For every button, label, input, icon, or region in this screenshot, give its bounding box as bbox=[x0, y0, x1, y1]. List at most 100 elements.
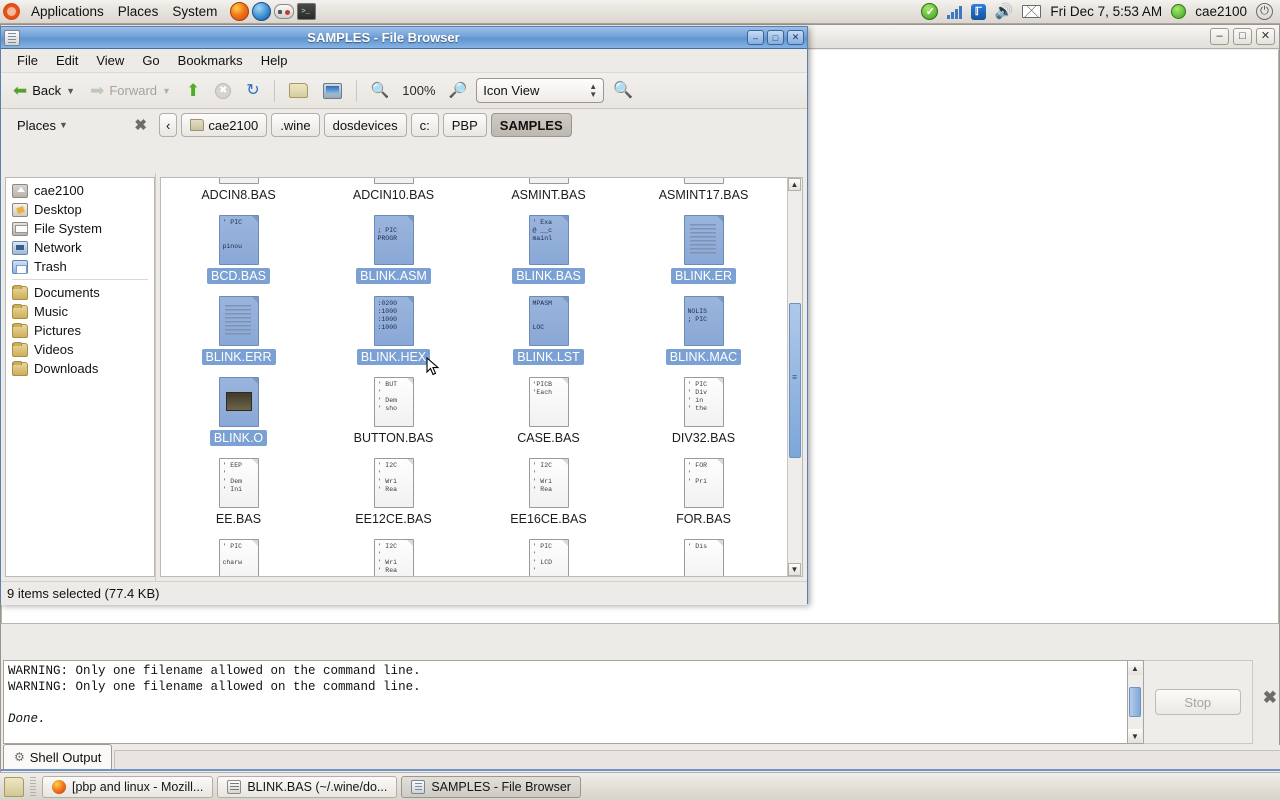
scroll-down-icon[interactable]: ▼ bbox=[788, 563, 801, 576]
menu-system[interactable]: System bbox=[165, 2, 224, 21]
file-pane-scrollbar[interactable]: ▲ ▼ bbox=[787, 178, 802, 576]
shell-scroll-thumb[interactable] bbox=[1128, 687, 1141, 717]
file-item[interactable]: ADCIN8.BAS bbox=[161, 178, 316, 203]
scroll-up-icon[interactable]: ▲ bbox=[1127, 661, 1142, 675]
sidebar-item-downloads[interactable]: Downloads bbox=[6, 359, 154, 378]
file-item[interactable]: ' PIC pinou BCD.BAS bbox=[161, 215, 316, 284]
sidebar-item-network[interactable]: Network bbox=[6, 238, 154, 257]
taskbar-grip[interactable] bbox=[30, 776, 36, 797]
task-file-browser[interactable]: SAMPLES - File Browser bbox=[401, 775, 581, 798]
fb-close-button[interactable]: ✕ bbox=[787, 30, 804, 45]
file-item[interactable]: ' BUT ' ' Dem ' sho BUTTON.BAS bbox=[316, 377, 471, 446]
file-pane-scroll-thumb[interactable] bbox=[789, 303, 801, 458]
breadcrumb-wine[interactable]: .wine bbox=[271, 113, 320, 137]
menu-file[interactable]: File bbox=[9, 50, 46, 71]
firefox-icon[interactable] bbox=[230, 2, 250, 21]
reload-button[interactable]: ↻ bbox=[240, 80, 265, 101]
file-item[interactable]: 'PICB 'Each CASE.BAS bbox=[471, 377, 626, 446]
updates-ok-icon[interactable]: ✓ bbox=[920, 3, 938, 20]
fb-maximize-button[interactable]: □ bbox=[767, 30, 784, 45]
bluetooth-icon[interactable]: ℾ bbox=[970, 3, 986, 20]
back-button[interactable]: ⬅ Back ▼ bbox=[7, 80, 81, 101]
zoom-in-button[interactable]: 🔎 bbox=[443, 80, 474, 101]
home-button[interactable] bbox=[283, 80, 314, 101]
file-item[interactable]: BLINK.O bbox=[161, 377, 316, 446]
clock[interactable]: Fri Dec 7, 5:53 AM bbox=[1050, 4, 1162, 19]
file-item[interactable]: MPASM LOC BLINK.LST bbox=[471, 296, 626, 365]
computer-button[interactable] bbox=[317, 80, 348, 102]
sidebar-item-pictures[interactable]: Pictures bbox=[6, 321, 154, 340]
file-item[interactable]: ' Dis LOGIC.BAS bbox=[626, 539, 781, 576]
file-item[interactable]: ; PIC PROGR BLINK.ASM bbox=[316, 215, 471, 284]
file-item[interactable]: ' PIC charw HSER.BAS bbox=[161, 539, 316, 576]
breadcrumb-dosdevices[interactable]: dosdevices bbox=[323, 113, 407, 137]
mail-icon[interactable] bbox=[1022, 5, 1042, 18]
editor-close-button[interactable]: ✕ bbox=[1256, 28, 1275, 45]
editor-minimize-button[interactable]: – bbox=[1210, 28, 1229, 45]
file-item[interactable]: NOLIS ; PIC BLINK.MAC bbox=[626, 296, 781, 365]
file-item[interactable]: ' I2C ' ' Wri ' Rea I2C.BAS bbox=[316, 539, 471, 576]
file-item[interactable]: :0200 :1000 :1000 :1000 BLINK.HEX bbox=[316, 296, 471, 365]
scroll-down-icon[interactable]: ▼ bbox=[1127, 729, 1142, 743]
file-item[interactable]: ' PIC ' ' LCD ' LCD.BAS bbox=[471, 539, 626, 576]
shell-output-scrollbar[interactable]: ▲ ▼ bbox=[1127, 660, 1144, 744]
user-name[interactable]: cae2100 bbox=[1195, 4, 1247, 19]
breadcrumb-prev-button[interactable]: ‹ bbox=[159, 113, 178, 137]
file-item[interactable]: ' I2C ' ' Wri ' Rea EE12CE.BAS bbox=[316, 458, 471, 527]
power-icon[interactable]: ⏻ bbox=[1256, 3, 1273, 20]
ubuntu-logo-icon[interactable] bbox=[3, 3, 20, 20]
menu-places[interactable]: Places bbox=[111, 2, 166, 21]
zoom-out-button[interactable]: 🔍 bbox=[365, 80, 396, 101]
breadcrumb-samples[interactable]: SAMPLES bbox=[490, 113, 572, 137]
task-editor[interactable]: BLINK.BAS (~/.wine/do... bbox=[217, 775, 398, 798]
shell-output-text[interactable]: WARNING: Only one filename allowed on th… bbox=[3, 660, 1128, 744]
terminal-icon[interactable]: >_ bbox=[297, 3, 317, 20]
menu-applications[interactable]: Applications bbox=[24, 2, 111, 21]
breadcrumb-pbp[interactable]: PBP bbox=[442, 113, 487, 137]
file-item[interactable]: ' PIC ' Div ' in ' the DIV32.BAS bbox=[626, 377, 781, 446]
file-item[interactable]: BLINK.ER bbox=[626, 215, 781, 284]
file-item[interactable]: BLINK.ERR bbox=[161, 296, 316, 365]
menu-view[interactable]: View bbox=[88, 50, 132, 71]
editor-maximize-button[interactable]: □ bbox=[1233, 28, 1252, 45]
menu-go[interactable]: Go bbox=[134, 50, 167, 71]
file-item[interactable]: ADCIN10.BAS bbox=[316, 178, 471, 203]
file-item[interactable]: ASMINT.BAS bbox=[471, 178, 626, 203]
sidebar-item-cae2100[interactable]: cae2100 bbox=[6, 181, 154, 200]
network-signal-icon[interactable] bbox=[946, 5, 962, 19]
chevron-down-icon[interactable]: ▼ bbox=[59, 120, 68, 130]
close-icon[interactable]: ✖ bbox=[1263, 688, 1277, 708]
fb-minimize-button[interactable]: – bbox=[747, 30, 764, 45]
file-item[interactable]: ' Exa @ __c mainl BLINK.BAS bbox=[471, 215, 626, 284]
breadcrumb-c[interactable]: c: bbox=[410, 113, 439, 137]
up-button[interactable]: ⬆ bbox=[180, 80, 206, 101]
sidebar-item-trash[interactable]: Trash bbox=[6, 257, 154, 276]
sidebar-item-file-system[interactable]: File System bbox=[6, 219, 154, 238]
search-button[interactable]: 🔍 bbox=[607, 80, 639, 101]
gamepad-icon[interactable] bbox=[274, 4, 295, 19]
chevron-down-icon[interactable]: ▼ bbox=[66, 86, 75, 96]
file-item[interactable]: ' I2C ' ' Wri ' Rea EE16CE.BAS bbox=[471, 458, 626, 527]
menu-help[interactable]: Help bbox=[253, 50, 296, 71]
close-icon[interactable]: ✖ bbox=[134, 116, 147, 134]
show-desktop-icon[interactable] bbox=[4, 776, 24, 797]
tab-shell-output[interactable]: ⚙ Shell Output bbox=[3, 744, 113, 769]
file-item[interactable]: ASMINT17.BAS bbox=[626, 178, 781, 203]
file-icon-grid[interactable]: ADCIN8.BAS ADCIN10.BAS ASMINT.BAS ASMINT… bbox=[160, 177, 803, 577]
scroll-up-icon[interactable]: ▲ bbox=[788, 178, 801, 191]
menu-edit[interactable]: Edit bbox=[48, 50, 86, 71]
sidebar-item-music[interactable]: Music bbox=[6, 302, 154, 321]
sidebar-item-documents[interactable]: Documents bbox=[6, 283, 154, 302]
places-label-group[interactable]: Places ▼ bbox=[17, 118, 68, 133]
sidebar-item-desktop[interactable]: Desktop bbox=[6, 200, 154, 219]
file-browser-titlebar[interactable]: SAMPLES - File Browser – □ ✕ bbox=[1, 27, 807, 49]
file-item[interactable]: ' EEP ' ' Dem ' Ini EE.BAS bbox=[161, 458, 316, 527]
task-firefox[interactable]: [pbp and linux - Mozill... bbox=[42, 775, 214, 798]
user-status-icon[interactable] bbox=[1171, 4, 1187, 19]
file-item[interactable]: ' FOR ' ' Pri FOR.BAS bbox=[626, 458, 781, 527]
sidebar-item-videos[interactable]: Videos bbox=[6, 340, 154, 359]
volume-icon[interactable]: 🔊 bbox=[995, 4, 1014, 19]
breadcrumb-cae2100[interactable]: cae2100 bbox=[181, 113, 268, 137]
menu-bookmarks[interactable]: Bookmarks bbox=[170, 50, 251, 71]
thunderbird-icon[interactable] bbox=[252, 2, 272, 21]
